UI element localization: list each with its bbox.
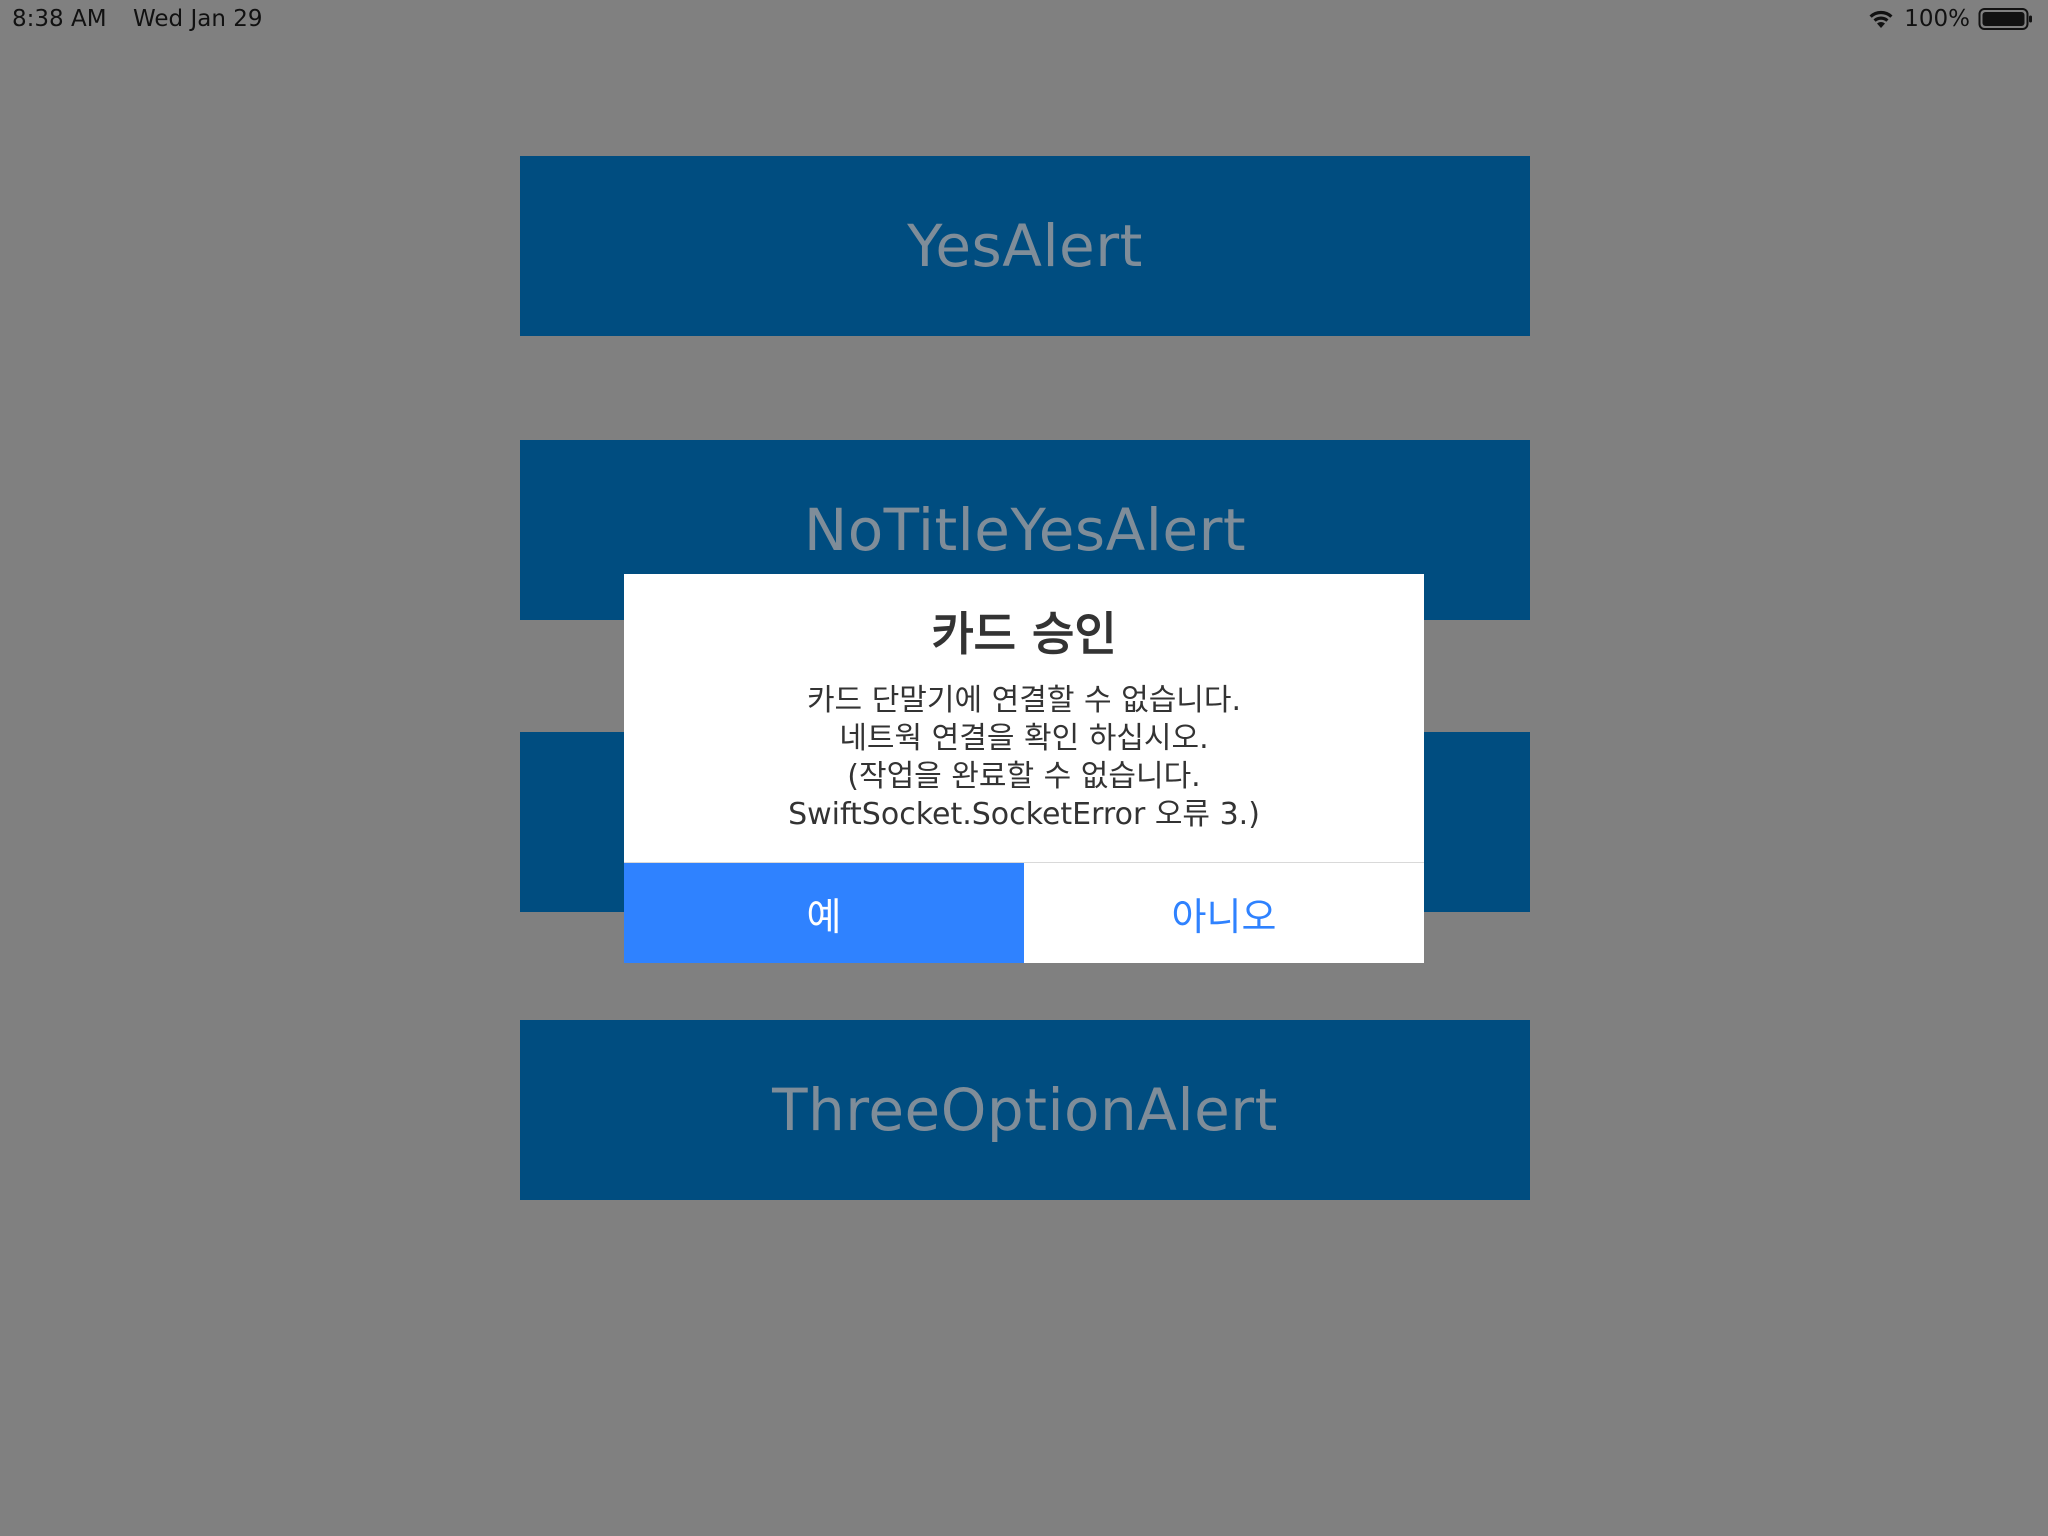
alert-dialog: 카드 승인 카드 단말기에 연결할 수 없습니다. 네트웍 연결을 확인 하십시…: [624, 574, 1424, 963]
yes-button[interactable]: 예: [624, 863, 1024, 963]
dialog-message-line: 카드 단말기에 연결할 수 없습니다.: [806, 683, 1242, 718]
dialog-title: 카드 승인: [931, 607, 1117, 661]
no-button[interactable]: 아니오: [1024, 863, 1424, 963]
dialog-message: 카드 단말기에 연결할 수 없습니다. 네트웍 연결을 확인 하십시오. (작업…: [624, 682, 1424, 834]
dialog-message-line: (작업을 완료할 수 없습니다.: [847, 759, 1201, 794]
dialog-message-line: SwiftSocket.SocketError 오류 3.): [788, 797, 1260, 832]
dialog-message-line: 네트웍 연결을 확인 하십시오.: [839, 721, 1209, 756]
